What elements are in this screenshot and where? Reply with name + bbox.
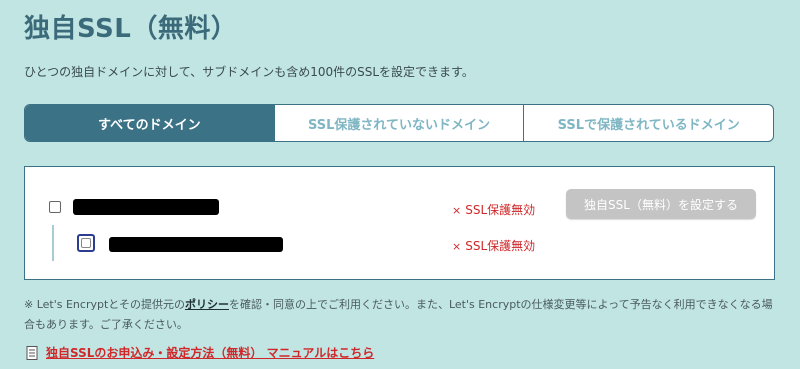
policy-link[interactable]: ポリシー (185, 298, 229, 311)
subdomain-checkbox[interactable] (77, 234, 95, 252)
manual-link[interactable]: 独自SSLのお申込み・設定方法（無料） マニュアルはこちら (46, 344, 374, 361)
page-title: 独自SSL（無料） (24, 14, 238, 44)
redacted-subdomain-name (109, 237, 283, 252)
note-prefix: ※ Let's Encryptとその提供元の (24, 298, 185, 311)
ssl-status-text: SSL保護無効 (465, 203, 536, 217)
tab-protected-domains[interactable]: SSLで保護されているドメイン (523, 105, 773, 141)
document-icon (26, 345, 38, 360)
subdomain-ssl-status-text: SSL保護無効 (465, 239, 536, 253)
manual-link-row: 独自SSLのお申込み・設定方法（無料） マニュアルはこちら (26, 344, 374, 361)
ssl-status: × SSL保護無効 (452, 201, 535, 218)
domain-list-panel: × SSL保護無効 独自SSL（無料）を設定する × SSL保護無効 (24, 166, 775, 280)
terms-note: ※ Let's Encryptとその提供元のポリシーを確認・同意の上でご利用くだ… (24, 295, 774, 335)
cross-icon: × (452, 240, 462, 253)
subdomain-tree-line (52, 225, 54, 261)
page-description: ひとつの独自ドメインに対して、サブドメインも含め100件のSSLを設定できます。 (24, 65, 474, 79)
subdomain-ssl-status: × SSL保護無効 (452, 237, 535, 254)
cross-icon: × (452, 204, 462, 217)
set-free-ssl-button[interactable]: 独自SSL（無料）を設定する (566, 189, 756, 219)
redacted-domain-name (73, 199, 219, 215)
domain-checkbox[interactable] (49, 201, 61, 213)
tab-unprotected-domains[interactable]: SSL保護されていないドメイン (273, 105, 524, 141)
domain-filter-tabs: すべてのドメイン SSL保護されていないドメイン SSLで保護されているドメイン (24, 104, 774, 142)
tab-all-domains[interactable]: すべてのドメイン (25, 105, 274, 141)
